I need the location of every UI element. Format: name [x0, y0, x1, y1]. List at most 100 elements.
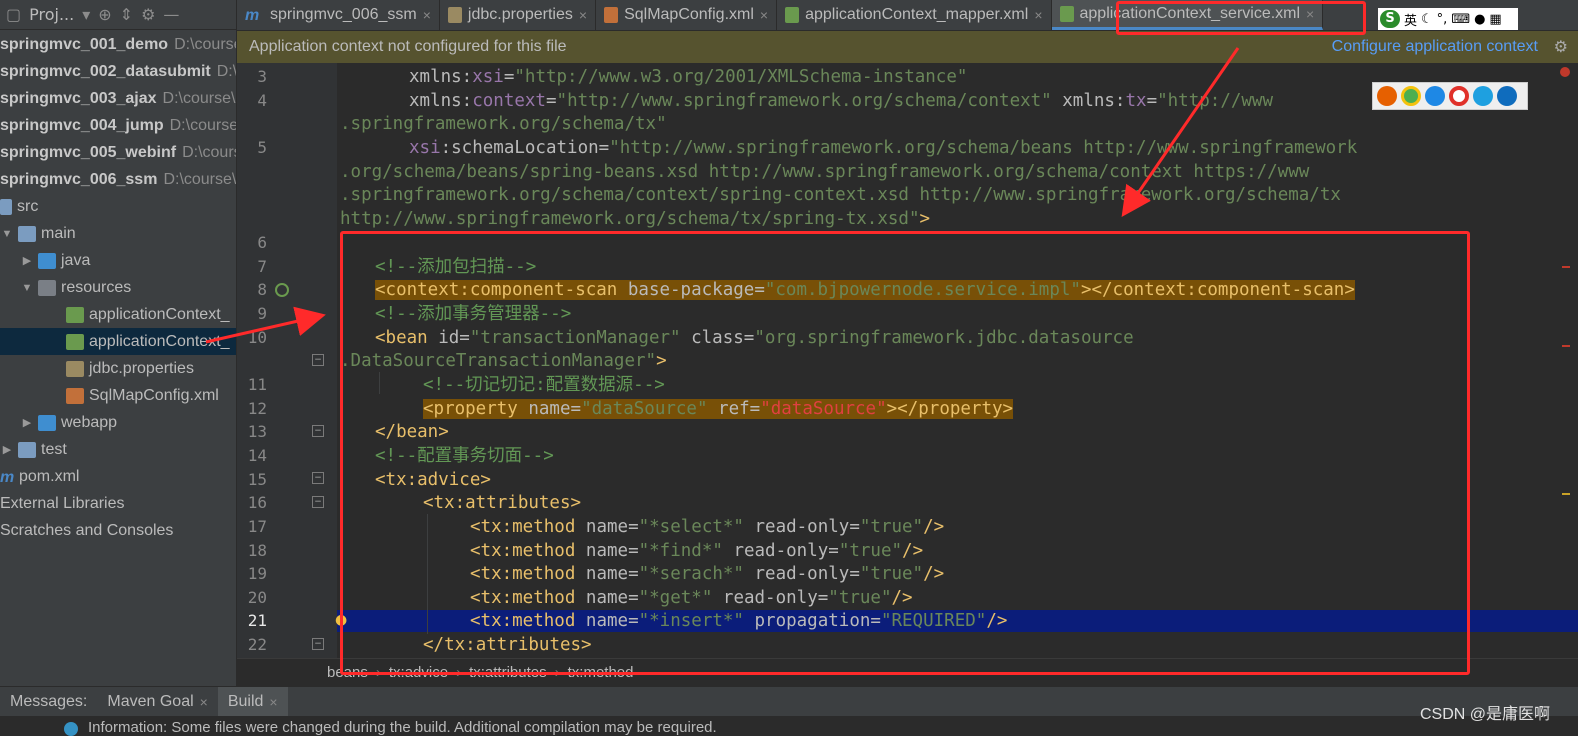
collapse-icon[interactable]: ⇕	[120, 5, 133, 24]
tab-build[interactable]: Build ×	[217, 686, 288, 717]
dropdown-arrow-icon[interactable]: ▾	[82, 5, 90, 24]
collapse-arrow-icon[interactable]: ▶	[20, 416, 34, 429]
tab-applicationcontext-mapper[interactable]: applicationContext_mapper.xml ×	[777, 0, 1052, 30]
tab-messages[interactable]: Messages:	[0, 693, 97, 711]
punctuation-icon[interactable]: °,	[1437, 12, 1448, 27]
tree-item-springmvc-004[interactable]: springmvc_004_jump D:\course\	[0, 112, 236, 139]
firefox-icon[interactable]	[1377, 86, 1397, 106]
tree-item-label: jdbc.properties	[89, 359, 194, 377]
tree-item-scratches[interactable]: Scratches and Consoles	[0, 517, 236, 544]
sogou-icon[interactable]: S	[1380, 10, 1400, 28]
project-panel-header: ▢ Proj... ▾ ⊕ ⇕ ⚙ —	[0, 0, 236, 30]
line-number: 13	[247, 422, 267, 441]
grid-icon[interactable]: ▦	[1489, 12, 1501, 27]
tab-maven-goal[interactable]: Maven Goal ×	[97, 693, 217, 711]
spring-xml-icon	[66, 306, 84, 323]
tree-item-jdbc-properties[interactable]: jdbc.properties	[0, 355, 236, 382]
lightbulb-icon[interactable]: ●	[335, 612, 347, 628]
tree-item-label: main	[41, 224, 76, 242]
breadcrumb-item[interactable]: beans	[327, 664, 368, 681]
configure-context-link[interactable]: Configure application context	[1332, 38, 1538, 56]
ie-icon[interactable]	[1473, 86, 1493, 106]
scroll-marker[interactable]	[1562, 345, 1570, 347]
fold-toggle-icon[interactable]: −	[312, 425, 324, 437]
tree-item-webapp[interactable]: ▶ webapp	[0, 409, 236, 436]
fold-toggle-icon[interactable]: −	[312, 638, 324, 650]
settings-gear-icon[interactable]: ⚙	[141, 5, 155, 24]
open-in-browser-bar	[1372, 82, 1528, 110]
tree-item-applicationcontext-mapper[interactable]: applicationContext_	[0, 301, 236, 328]
code-line-7: <!--添加包扫描-->	[375, 257, 537, 277]
tree-item-test[interactable]: ▶ test	[0, 436, 236, 463]
fold-toggle-icon[interactable]: −	[312, 496, 324, 508]
close-icon[interactable]: ×	[269, 694, 277, 710]
tree-item-springmvc-003[interactable]: springmvc_003_ajax D:\course\1	[0, 85, 236, 112]
moon-icon[interactable]: ☾	[1421, 12, 1433, 27]
code-line-10-wrap: .DataSourceTransactionManager">	[340, 351, 667, 371]
close-icon[interactable]: ×	[200, 694, 208, 710]
close-icon[interactable]: ×	[579, 7, 587, 23]
line-number: 22	[247, 635, 267, 654]
tree-item-sqlmapconfig[interactable]: SqlMapConfig.xml	[0, 382, 236, 409]
close-icon[interactable]: ×	[1306, 6, 1314, 22]
chrome-icon[interactable]	[1401, 86, 1421, 106]
tree-item-external-libraries[interactable]: External Libraries	[0, 490, 236, 517]
tab-applicationcontext-service[interactable]: applicationContext_service.xml ×	[1051, 0, 1324, 30]
tree-item-main[interactable]: ▼ main	[0, 220, 236, 247]
project-view-selector[interactable]: Proj...	[29, 5, 74, 24]
tab-label: springmvc_006_ssm	[270, 6, 417, 23]
locate-icon[interactable]: ⊕	[98, 5, 111, 24]
tab-label: applicationContext_mapper.xml	[805, 6, 1029, 23]
tab-jdbc-properties[interactable]: jdbc.properties ×	[440, 0, 597, 30]
code-line-5-wrap-2: .springframework.org/schema/context/spri…	[340, 185, 1341, 205]
tree-item-pom[interactable]: m pom.xml	[0, 463, 236, 490]
tab-label: applicationContext_service.xml	[1079, 4, 1301, 22]
breadcrumb-separator: ›	[456, 664, 462, 681]
tree-item-resources[interactable]: ▼ resources	[0, 274, 236, 301]
code-line-20: <tx:method name="*get*" read-only="true"…	[470, 588, 913, 608]
tree-item-applicationcontext-service[interactable]: applicationContext_	[0, 328, 236, 355]
tree-item-src[interactable]: src	[0, 193, 236, 220]
code-editor[interactable]: 3 4 5 6 7 8 9 10 11 12 13 14 15 16 17 18…	[237, 63, 1578, 658]
close-icon[interactable]: ×	[1034, 7, 1042, 23]
fold-toggle-icon[interactable]: −	[312, 354, 324, 366]
error-indicator-icon[interactable]	[1560, 67, 1570, 77]
expand-arrow-icon[interactable]: ▼	[20, 282, 34, 294]
build-info-line: Information: Some files were changed dur…	[0, 716, 1578, 736]
close-icon[interactable]: ×	[760, 7, 768, 23]
spring-bean-gutter-icon[interactable]	[275, 283, 289, 297]
collapse-arrow-icon[interactable]: ▶	[20, 254, 34, 267]
ime-language-indicator[interactable]: 英	[1404, 10, 1417, 29]
hide-panel-icon[interactable]: —	[163, 5, 179, 24]
breadcrumb-item[interactable]: tx:attributes	[469, 664, 547, 681]
breadcrumb: beans › tx:advice › tx:attributes › tx:meth…	[237, 658, 1578, 686]
opera-icon[interactable]	[1449, 86, 1469, 106]
scroll-marker[interactable]	[1562, 493, 1570, 495]
tree-item-springmvc-006[interactable]: springmvc_006_ssm D:\course\1	[0, 166, 236, 193]
tree-item-label: SqlMapConfig.xml	[89, 386, 219, 404]
tree-item-springmvc-001[interactable]: springmvc_001_demo D:\course	[0, 31, 236, 58]
tab-springmvc-006-ssm[interactable]: m springmvc_006_ssm ×	[237, 0, 440, 30]
tree-item-springmvc-002[interactable]: springmvc_002_datasubmit D:\c	[0, 58, 236, 85]
code-line-5-wrap-1: .org/schema/beans/spring-beans.xsd http:…	[340, 162, 1310, 182]
keyboard-icon[interactable]: ⌨	[1451, 12, 1470, 27]
fold-toggle-icon[interactable]: −	[312, 472, 324, 484]
tree-item-path: D:\course	[174, 35, 236, 53]
tree-item-java[interactable]: ▶ java	[0, 247, 236, 274]
tree-item-label: springmvc_002_datasubmit	[0, 62, 211, 80]
scroll-marker[interactable]	[1562, 266, 1570, 268]
tab-sqlmapconfig[interactable]: SqlMapConfig.xml ×	[596, 0, 778, 30]
expand-arrow-icon[interactable]: ▼	[0, 228, 14, 240]
user-icon[interactable]: ●	[1474, 12, 1485, 27]
close-icon[interactable]: ×	[423, 7, 431, 23]
collapse-arrow-icon[interactable]: ▶	[0, 443, 14, 456]
breadcrumb-item[interactable]: tx:method	[568, 664, 634, 681]
tree-item-label: springmvc_003_ajax	[0, 89, 157, 107]
tree-item-label: test	[41, 440, 67, 458]
safari-icon[interactable]	[1425, 86, 1445, 106]
edge-icon[interactable]	[1497, 86, 1517, 106]
tree-item-path: D:\course\	[169, 116, 236, 134]
breadcrumb-item[interactable]: tx:advice	[389, 664, 448, 681]
tree-item-springmvc-005[interactable]: springmvc_005_webinf D:\cours	[0, 139, 236, 166]
gear-icon[interactable]: ⚙	[1554, 37, 1568, 57]
